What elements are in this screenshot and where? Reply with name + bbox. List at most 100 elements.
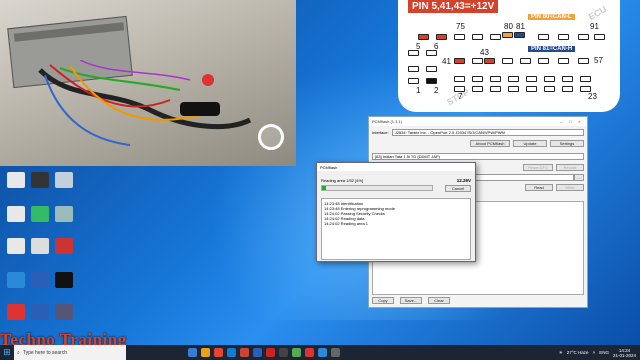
desktop-icon-label [4,189,28,199]
app-icon [31,272,49,288]
connector-pin [520,58,531,64]
word-icon[interactable] [253,348,262,357]
update-button[interactable]: Update [513,140,547,147]
connector-pin [436,34,447,40]
pin-number: 80 [504,22,513,31]
clock[interactable]: 14:24 21-01-2024 [613,348,636,358]
wire-harness [38,60,252,146]
browse-button[interactable]: ... [574,174,584,181]
desktop-icon[interactable] [28,206,52,233]
desktop-icon-label [4,255,28,265]
connector-pin [580,86,591,92]
desktop-icon[interactable] [28,238,52,265]
clear-button[interactable]: Clear [428,297,450,304]
weather-text[interactable]: 27°C Haze [567,350,589,355]
desktop-icon[interactable] [4,172,28,199]
app-icon [7,272,25,288]
desktop-icon-label [52,289,76,299]
copy-button[interactable]: Copy [372,297,394,304]
connector-pin [484,58,495,64]
pcmflash-icon[interactable] [331,348,340,357]
tray-overflow-icon[interactable]: ˄ [593,350,596,355]
settings-button[interactable]: Settings [550,140,584,147]
app-icon[interactable] [266,348,275,357]
connector-pin [490,86,501,92]
connector-pin [578,58,589,64]
desktop-icon[interactable] [4,206,28,233]
reading-progress-dialog: PCMflash Reading area 1/52 [4%] 12.26V C… [316,162,476,262]
desktop-icon[interactable] [4,272,28,299]
connector-pin [408,78,419,84]
save-log-button[interactable]: Save... [400,297,422,304]
connector-pin [526,86,537,92]
progress-fill [322,186,327,190]
log-actions: Copy Save... Clear [372,297,450,304]
edge-icon[interactable] [227,348,236,357]
ecu-select[interactable]: [83] Indian Tata 1.5i TD (DDMT JAP) [372,153,584,160]
desktop-icon[interactable] [28,304,52,331]
connector-pin [472,58,483,64]
reload-button[interactable]: Reload [556,164,584,171]
read-button[interactable]: Read [525,184,553,191]
desktop-icon[interactable] [52,206,76,233]
language-indicator[interactable]: ENG [599,350,609,355]
camera-feed [0,0,296,166]
app-icon [31,238,49,254]
app-icon[interactable] [292,348,301,357]
connector-pin [594,34,605,40]
connector-pin [558,58,569,64]
app-icon[interactable] [240,348,249,357]
reset-dtc-button[interactable]: Reset DTC [523,164,553,171]
dialog-title-bar: PCMflash [317,163,475,171]
dialog-log: 14:23:48 Identification 14:23:48 Enterin… [321,198,471,260]
desktop-icon[interactable] [28,272,52,299]
title-bar: PCMflash (1.3.1) – □ × [369,117,587,126]
connector-pin [514,32,525,38]
about-button[interactable]: About PCMflash [470,140,510,147]
taskbar-search[interactable]: ⌕ Type here to search [14,345,126,360]
connector-pin [454,34,465,40]
file-explorer-icon[interactable] [201,348,210,357]
desktop-icon[interactable] [4,304,28,331]
app-icon [55,238,73,254]
app-icon[interactable] [279,348,288,357]
pin-number: 7 [458,92,463,101]
can-h-label: PIN 81=CAN-H [528,46,576,52]
task-view-icon[interactable] [188,348,197,357]
desktop-icon[interactable] [4,238,28,265]
ecu-value: [83] Indian Tata 1.5i TD (DDMT JAP) [375,154,440,159]
connector-pin [418,34,429,40]
weather-icon[interactable]: ☀ [559,350,563,356]
connector-pin [454,76,465,82]
desktop-icon[interactable] [28,172,52,199]
minimize-icon[interactable]: – [557,119,566,124]
app-icon[interactable] [305,348,314,357]
write-button[interactable]: Write [556,184,584,191]
connector-pin [544,76,555,82]
interface-value: J2534: Tactrix Inc. - OpenPort 2.0 J2534… [394,130,505,135]
connector-pin [454,58,465,64]
taskbar: ⊞ ⌕ Type here to search ☀ 27°C Haze ˄ EN… [0,345,640,360]
desktop-icon[interactable] [52,172,76,199]
interface-select[interactable]: J2534: Tactrix Inc. - OpenPort 2.0 J2534… [391,129,584,136]
desktop-icon[interactable] [52,272,76,299]
interface-label: Interface: [372,130,389,135]
file-path-field[interactable] [474,174,574,181]
connector-pin [426,78,437,84]
cancel-button[interactable]: Cancel [445,185,471,192]
desktop-icon[interactable] [52,304,76,331]
app-icon [31,206,49,222]
chrome-icon[interactable] [214,348,223,357]
desktop-icon[interactable] [52,238,76,265]
desktop-icon-label [4,289,28,299]
pin-number: 43 [480,48,489,57]
maximize-icon[interactable]: □ [566,119,575,124]
windows-start-icon[interactable]: ⊞ [0,345,14,360]
app-icon[interactable] [318,348,327,357]
connector-pin [426,50,437,56]
watermark: ECU [586,3,609,23]
close-icon[interactable]: × [575,119,584,124]
camera-capture-button[interactable] [258,124,284,150]
app-icon [55,304,73,320]
desktop-icon-label [28,289,52,299]
